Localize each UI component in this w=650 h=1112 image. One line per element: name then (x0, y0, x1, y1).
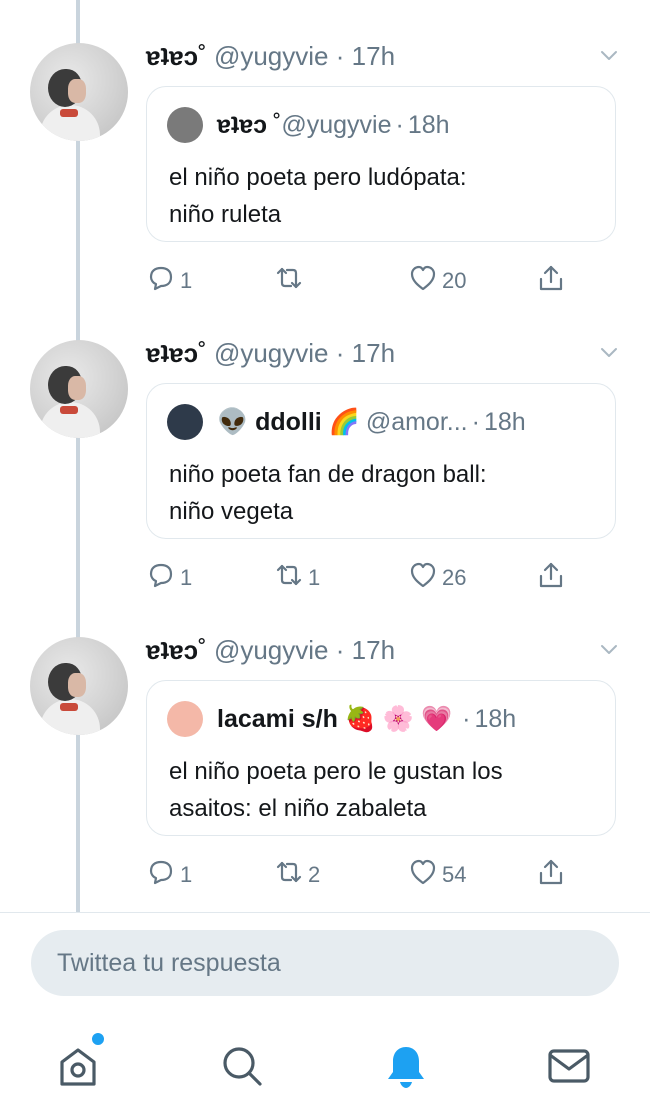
reply-count: 1 (180, 565, 193, 590)
share-button[interactable] (536, 858, 566, 892)
user-handle[interactable]: @yugyvie (214, 338, 329, 368)
user-handle[interactable]: @yugyvie (214, 635, 329, 665)
separator-dot: · (471, 408, 480, 436)
quoted-display-name: 👽 ddolli 🌈 (217, 408, 360, 436)
reply-button[interactable]: 1 (146, 264, 192, 298)
messages-icon[interactable] (545, 1042, 593, 1090)
reply-input[interactable]: Twittea tu respuesta (31, 930, 619, 996)
like-count: 26 (442, 565, 467, 590)
display-name[interactable]: ɐʇɐɔ (146, 338, 198, 368)
tweet-actions: 1 1 26 (146, 561, 616, 595)
tweet-actions: 1 2 54 (146, 858, 616, 892)
name-mark: ˚ (198, 338, 207, 368)
chevron-down-icon[interactable] (598, 638, 620, 660)
heart-icon (408, 857, 438, 893)
avatar[interactable] (30, 43, 128, 141)
share-button[interactable] (536, 561, 566, 595)
name-mark: ˚ (198, 635, 207, 665)
notifications-icon[interactable] (382, 1042, 430, 1090)
like-count: 20 (442, 268, 467, 293)
tweet-header: ɐʇɐɔ˚ @yugyvie · 17h (146, 40, 395, 72)
retweet-icon (274, 857, 304, 893)
quoted-display-name: lacami s/h 🍓 🌸 💗 (217, 705, 453, 733)
tweet-header: ɐʇɐɔ˚ @yugyvie · 17h (146, 337, 395, 369)
retweet-icon (274, 560, 304, 596)
reply-icon (146, 857, 176, 893)
retweet-icon (274, 263, 304, 299)
quoted-tweet-text: niño poeta fan de dragon ball: niño vege… (169, 461, 487, 525)
user-handle[interactable]: @yugyvie (214, 41, 329, 71)
share-icon (536, 560, 566, 596)
reply-icon (146, 560, 176, 596)
tweet-header: ɐʇɐɔ˚ @yugyvie · 17h (146, 634, 395, 666)
separator-dot: · (395, 111, 404, 139)
quoted-display-name: ɐʇɐɔ (217, 111, 268, 139)
reply-count: 1 (180, 268, 193, 293)
reply-button[interactable]: 1 (146, 561, 192, 595)
quoted-tweet[interactable]: lacami s/h 🍓 🌸 💗 · 18h el niño poeta per… (146, 680, 616, 836)
retweet-count: 2 (308, 862, 321, 887)
new-notification-dot (90, 1031, 106, 1047)
reply-icon (146, 263, 176, 299)
quoted-tweet[interactable]: ɐʇɐɔ ˚ @yugyvie · 18h el niño poeta pero … (146, 86, 616, 242)
reply-count: 1 (180, 862, 193, 887)
display-name[interactable]: ɐʇɐɔ (146, 41, 198, 71)
avatar[interactable] (30, 637, 128, 735)
tweet[interactable]: ɐʇɐɔ˚ @yugyvie · 17h 👽 ddolli 🌈 @amor...… (0, 297, 650, 594)
quoted-tweet-header: 👽 ddolli 🌈 @amor... · 18h (167, 404, 526, 440)
timestamp[interactable]: 17h (352, 635, 395, 665)
quoted-timestamp: 18h (483, 408, 526, 436)
chevron-down-icon[interactable] (598, 44, 620, 66)
quoted-avatar (167, 404, 203, 440)
quoted-tweet-text: el niño poeta pero le gustan los asaitos… (169, 758, 503, 822)
quoted-tweet-header: ɐʇɐɔ ˚ @yugyvie · 18h (167, 107, 450, 143)
heart-icon (408, 560, 438, 596)
heart-icon (408, 263, 438, 299)
retweet-button[interactable]: 1 (274, 561, 320, 595)
name-mark: ˚ (198, 41, 207, 71)
divider (0, 912, 650, 913)
like-count: 54 (442, 862, 467, 887)
share-button[interactable] (536, 264, 566, 298)
display-name[interactable]: ɐʇɐɔ (146, 635, 198, 665)
share-icon (536, 857, 566, 893)
like-button[interactable]: 20 (408, 264, 466, 298)
quoted-tweet-text: el niño poeta pero ludópata: niño ruleta (169, 164, 467, 228)
quoted-timestamp: 18h (407, 111, 450, 139)
like-button[interactable]: 54 (408, 858, 466, 892)
retweet-button[interactable]: 2 (274, 858, 320, 892)
quoted-handle: @yugyvie (281, 111, 392, 139)
tweet[interactable]: ɐʇɐɔ˚ @yugyvie · 17h lacami s/h 🍓 🌸 💗 · … (0, 594, 650, 891)
chevron-down-icon[interactable] (598, 341, 620, 363)
like-button[interactable]: 26 (408, 561, 466, 595)
retweet-button[interactable] (274, 264, 308, 298)
separator-dot: · (335, 635, 345, 665)
tweet-actions: 1 20 (146, 264, 616, 298)
separator-dot: · (462, 705, 471, 733)
separator-dot: · (335, 41, 345, 71)
tweet[interactable]: ɐʇɐɔ˚ @yugyvie · 17h ɐʇɐɔ ˚ @yugyvie · 18… (0, 0, 650, 297)
quoted-timestamp: 18h (474, 705, 517, 733)
share-icon (536, 263, 566, 299)
home-icon[interactable] (54, 1042, 102, 1090)
quoted-tweet[interactable]: 👽 ddolli 🌈 @amor... · 18h niño poeta fan… (146, 383, 616, 539)
avatar[interactable] (30, 340, 128, 438)
reply-button[interactable]: 1 (146, 858, 192, 892)
quoted-avatar (167, 107, 203, 143)
quoted-handle: @amor... (365, 408, 468, 436)
name-mark: ˚ (273, 111, 282, 139)
retweet-count: 1 (308, 565, 321, 590)
quoted-tweet-header: lacami s/h 🍓 🌸 💗 · 18h (167, 701, 517, 737)
separator-dot: · (335, 338, 345, 368)
timestamp[interactable]: 17h (352, 338, 395, 368)
quoted-avatar (167, 701, 203, 737)
timestamp[interactable]: 17h (352, 41, 395, 71)
search-icon[interactable] (218, 1042, 266, 1090)
